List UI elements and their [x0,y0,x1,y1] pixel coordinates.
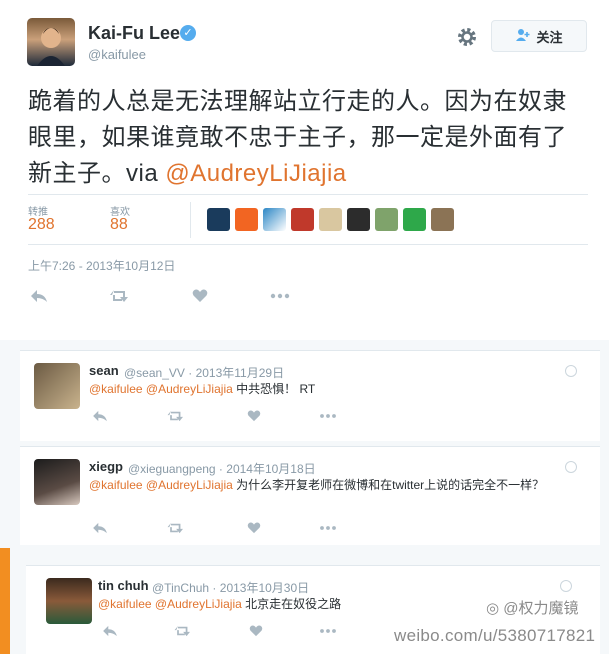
liker-avatar[interactable] [319,208,342,231]
reply-mention[interactable]: @AudreyLiJiajia [146,478,233,492]
liker-avatar[interactable] [375,208,398,231]
reply-name[interactable]: xiegp [89,459,123,474]
reply-mention[interactable]: @kaifulee [89,478,143,492]
reply-tweet[interactable]: xiegp @xieguangpeng · 2014年10月18日 @kaifu… [20,446,600,545]
main-tweet: Kai-Fu Lee ✓ @kaifulee 关注 跪着的人总是无法理解站立行走… [0,0,609,340]
more-icon[interactable] [270,289,290,308]
reply-handle[interactable]: @sean_VV [124,366,185,380]
gear-icon[interactable] [456,26,478,48]
like-icon[interactable] [247,409,261,427]
retweet-icon[interactable] [167,409,187,427]
watermark-url: weibo.com/u/5380717821 [394,626,596,645]
reply-mention[interactable]: @kaifulee [89,382,143,396]
reply-date[interactable]: 2014年10月18日 [226,462,315,476]
reply-body: 为什么李开复老师在微博和在twitter上说的话完全不一样？ [232,478,545,492]
reply-avatar[interactable] [46,578,92,624]
reply-icon[interactable] [102,624,118,642]
reply-icon[interactable] [30,289,48,308]
retweets-count[interactable]: 288 [28,216,55,234]
tweet-text: 跪着的人总是无法理解站立行走的人。因为在奴隶眼里，如果谁竟敢不忠于主子，那一定是… [28,84,588,192]
reply-date[interactable]: 2013年11月29日 [196,366,285,380]
highlight-bar [0,548,10,654]
author-name[interactable]: Kai-Fu Lee [88,23,180,44]
reply-body: 中共恐惧！ RT [232,382,316,396]
reply-mention[interactable]: @AudreyLiJiajia [146,382,233,396]
more-icon[interactable] [319,521,337,539]
reply-text: @kaifulee @AudreyLiJiajia 为什么李开复老师在微博和在t… [89,476,579,494]
follow-label: 关注 [536,29,563,45]
reply-name[interactable]: sean [89,363,119,378]
retweet-icon[interactable] [110,289,132,308]
watermark-logo: ◎ @权力魔镜 [486,597,579,618]
divider [28,244,588,245]
liker-avatar[interactable] [207,208,230,231]
reply-avatar[interactable] [34,363,80,409]
liker-avatar[interactable] [431,208,454,231]
reply-mention[interactable]: @kaifulee [98,597,152,611]
liker-avatars [207,208,454,231]
reply-avatar[interactable] [34,459,80,505]
author-handle[interactable]: @kaifulee [88,47,146,62]
reply-meta: @xieguangpeng · 2014年10月18日 [128,462,316,476]
reply-mention[interactable]: @AudreyLiJiajia [155,597,242,611]
liker-avatar[interactable] [235,208,258,231]
retweet-icon[interactable] [174,624,194,642]
reply-handle[interactable]: @xieguangpeng [128,462,216,476]
weibo-icon: ◎ [486,600,500,617]
follow-button[interactable]: 关注 [491,20,587,52]
globe-icon [565,461,577,473]
reply-body: 北京走在奴役之路 [241,597,342,611]
follow-person-icon [515,28,531,45]
divider [28,194,588,195]
tweet-mention[interactable]: @AudreyLiJiajia [165,160,346,187]
liker-avatar[interactable] [403,208,426,231]
reply-text: @kaifulee @AudreyLiJiajia 中共恐惧！ RT [89,380,569,398]
reply-date[interactable]: 2013年10月30日 [220,581,309,595]
more-icon[interactable] [319,409,337,427]
reply-name[interactable]: tin chuh [98,578,149,593]
likes-count[interactable]: 88 [110,216,128,234]
reply-icon[interactable] [92,521,108,539]
retweet-icon[interactable] [167,521,187,539]
liker-avatar[interactable] [263,208,286,231]
like-icon[interactable] [247,521,261,539]
like-icon[interactable] [249,624,263,642]
author-avatar[interactable] [27,18,75,66]
watermark-logo-text: @权力魔镜 [503,600,579,617]
globe-icon [565,365,577,377]
reply-meta: @sean_VV · 2013年11月29日 [124,366,285,380]
reply-icon[interactable] [92,409,108,427]
liker-avatar[interactable] [347,208,370,231]
globe-icon [560,580,572,592]
reply-tweet[interactable]: sean @sean_VV · 2013年11月29日 @kaifulee @A… [20,350,600,441]
stat-divider [190,202,191,238]
tweet-timestamp[interactable]: 上午7:26 - 2013年10月12日 [28,257,175,274]
like-icon[interactable] [192,289,208,308]
reply-handle[interactable]: @TinChuh [152,581,209,595]
liker-avatar[interactable] [291,208,314,231]
more-icon[interactable] [319,624,337,642]
verified-icon: ✓ [180,25,196,41]
reply-meta: @TinChuh · 2013年10月30日 [152,581,310,595]
